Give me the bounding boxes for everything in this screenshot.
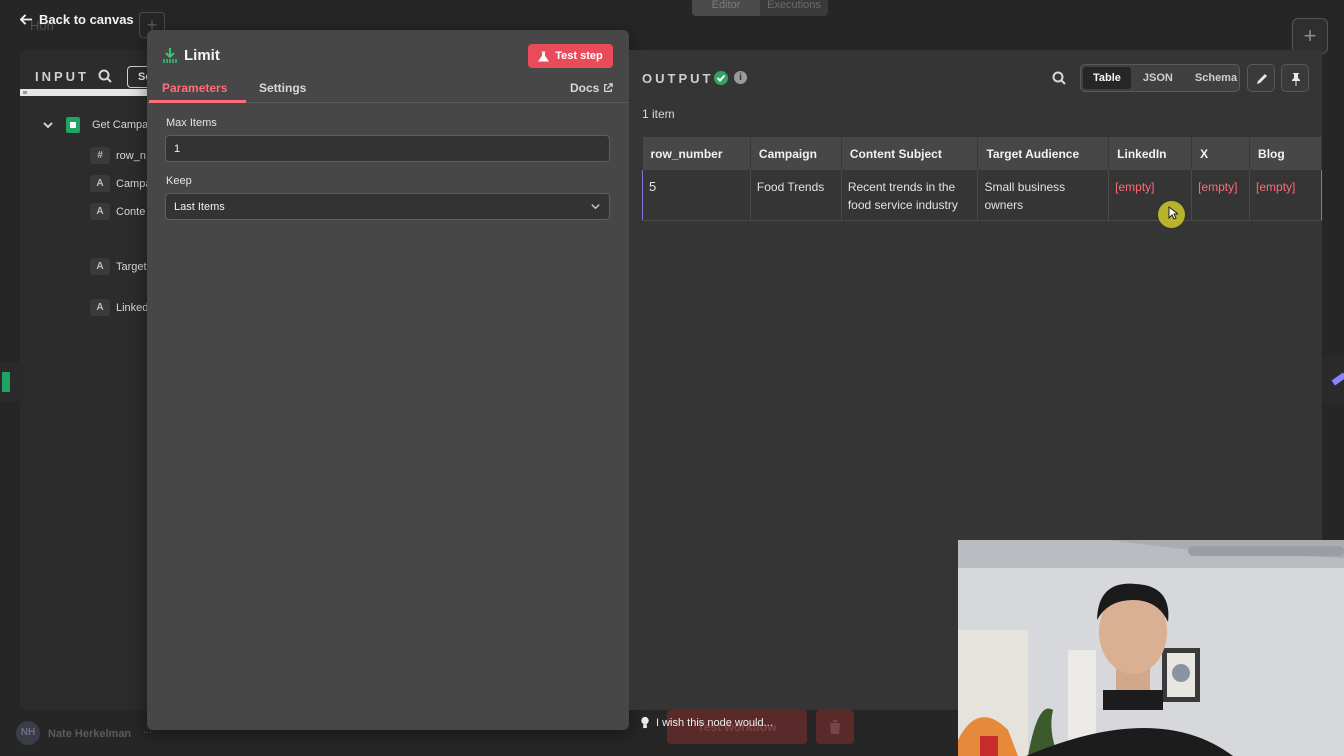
- edit-output-button[interactable]: [1247, 64, 1275, 92]
- external-link-icon: [604, 83, 614, 92]
- max-items-input[interactable]: [165, 135, 610, 162]
- table-cell[interactable]: Small business owners: [977, 170, 1110, 221]
- test-step-button[interactable]: Test step: [528, 44, 613, 68]
- chevron-down-icon: [591, 204, 600, 210]
- tab-executions: Executions: [767, 0, 821, 11]
- column-header[interactable]: row_number: [642, 137, 751, 170]
- keep-selected-value: Last Items: [174, 200, 225, 213]
- add-node-button[interactable]: +: [1292, 18, 1328, 54]
- docs-label: Docs: [570, 81, 600, 95]
- column-header[interactable]: Blog: [1249, 137, 1322, 170]
- delete-button: [816, 710, 854, 744]
- table-row[interactable]: 5 Food Trends Recent trends in the food …: [642, 170, 1322, 221]
- mouse-cursor-icon: [1168, 206, 1178, 220]
- trash-icon: [829, 720, 841, 734]
- tree-root-row[interactable]: Get Campa: [42, 117, 148, 133]
- column-header[interactable]: LinkedIn: [1108, 137, 1193, 170]
- table-header-row: row_number Campaign Content Subject Targ…: [642, 137, 1322, 170]
- string-type-icon: A: [90, 299, 110, 316]
- feedback-label: I wish this node would...: [656, 716, 773, 729]
- webcam-overlay: [958, 540, 1344, 756]
- input-scrollbar[interactable]: [20, 89, 148, 96]
- table-cell[interactable]: [empty]: [1191, 170, 1251, 221]
- docs-link[interactable]: Docs: [570, 81, 614, 95]
- table-cell[interactable]: [empty]: [1249, 170, 1322, 221]
- input-panel-title: INPUT: [35, 69, 89, 84]
- back-to-canvas-label: Back to canvas: [39, 12, 134, 27]
- arrow-left-icon: [20, 14, 33, 25]
- table-cell[interactable]: 5: [642, 170, 751, 221]
- number-type-icon: #: [90, 147, 110, 164]
- pencil-icon: [1257, 74, 1267, 84]
- column-header[interactable]: X: [1191, 137, 1251, 170]
- input-schema-tab[interactable]: Sc: [127, 66, 149, 88]
- back-to-canvas-link[interactable]: Back to canvas: [20, 12, 134, 27]
- user-name: Nate Herkelman: [48, 728, 132, 740]
- tree-field-row[interactable]: A Target: [90, 258, 147, 275]
- webcam-video-image: [958, 540, 1344, 756]
- tree-field-row[interactable]: A Conte: [90, 203, 145, 220]
- view-schema-button[interactable]: Schema: [1185, 67, 1247, 89]
- tree-field-label: row_n: [116, 149, 146, 162]
- string-type-icon: A: [90, 203, 110, 220]
- info-icon[interactable]: i: [734, 71, 747, 84]
- column-header[interactable]: Content Subject: [841, 137, 979, 170]
- tab-settings[interactable]: Settings: [259, 81, 306, 95]
- sheets-icon: [66, 117, 80, 133]
- flask-icon: [538, 50, 550, 62]
- max-items-label: Max Items: [166, 117, 217, 129]
- limit-icon: [163, 48, 177, 63]
- input-node-handle[interactable]: [0, 362, 24, 402]
- lightbulb-icon: [641, 716, 649, 729]
- string-type-icon: A: [90, 175, 110, 192]
- keep-select[interactable]: Last Items: [165, 193, 610, 220]
- pin-data-button[interactable]: [1281, 64, 1309, 92]
- sheets-icon: [2, 372, 10, 392]
- search-icon[interactable]: [98, 69, 112, 83]
- keep-label: Keep: [166, 175, 192, 187]
- item-count: 1 item: [642, 107, 675, 121]
- tab-editor: Editor: [692, 0, 760, 16]
- string-type-icon: A: [90, 258, 110, 275]
- tree-field-label: Target: [116, 260, 147, 273]
- tab-parameters[interactable]: Parameters: [162, 81, 227, 95]
- column-header[interactable]: Target Audience: [977, 137, 1110, 170]
- output-table: row_number Campaign Content Subject Targ…: [642, 137, 1322, 221]
- pin-icon: [1292, 73, 1300, 86]
- tree-field-row[interactable]: # row_n: [90, 147, 146, 164]
- view-json-button[interactable]: JSON: [1133, 67, 1183, 89]
- tree-field-label: Conte: [116, 205, 146, 218]
- success-check-icon: [714, 71, 728, 85]
- output-node-handle[interactable]: [1320, 356, 1344, 404]
- tree-field-row[interactable]: A Campa: [90, 175, 151, 192]
- feedback-link[interactable]: I wish this node would...: [640, 716, 773, 729]
- view-mode-switch: Table JSON Schema: [1080, 64, 1240, 92]
- test-step-label: Test step: [555, 50, 603, 62]
- table-cell[interactable]: Recent trends in the food service indust…: [841, 170, 979, 221]
- column-header[interactable]: Campaign: [750, 137, 842, 170]
- tree-field-label: Linked: [116, 301, 149, 314]
- node-title[interactable]: Limit: [184, 47, 220, 64]
- view-table-button[interactable]: Table: [1083, 67, 1131, 89]
- search-icon[interactable]: [1052, 71, 1066, 85]
- avatar: NH: [16, 721, 40, 745]
- pen-icon: [1331, 372, 1344, 386]
- tree-root-label: Get Campa: [92, 119, 149, 131]
- table-cell[interactable]: Food Trends: [750, 170, 842, 221]
- active-tab-indicator: [149, 100, 246, 103]
- tree-field-row[interactable]: A Linked: [90, 299, 148, 316]
- editor-tabs: Editor Executions: [692, 0, 828, 16]
- output-panel-title: OUTPUT: [642, 71, 714, 86]
- chevron-down-icon: [43, 122, 53, 129]
